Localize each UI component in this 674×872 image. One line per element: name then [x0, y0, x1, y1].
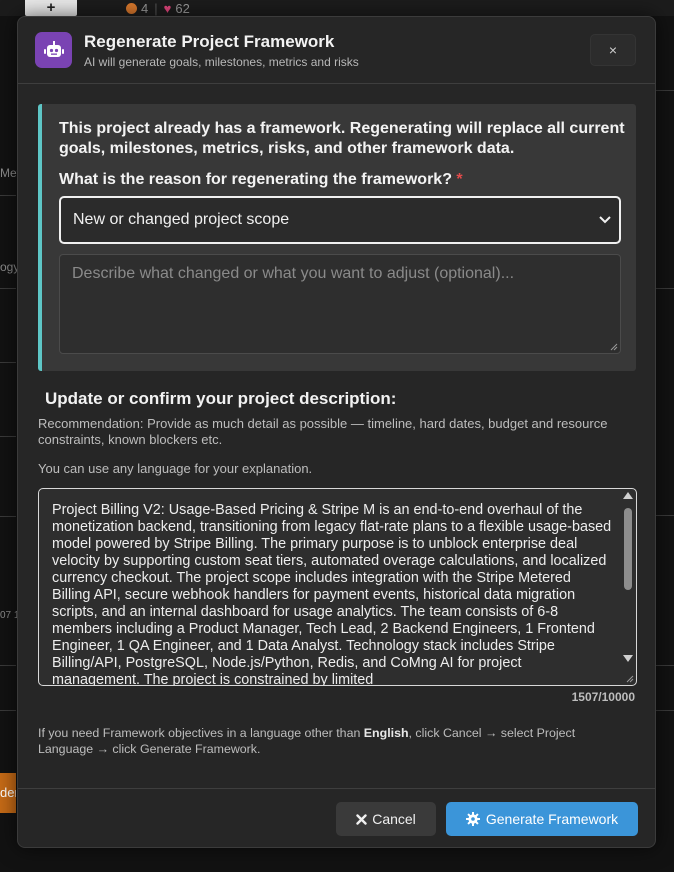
modal-subtitle: AI will generate goals, milestones, metr…	[84, 55, 359, 69]
required-mark: *	[456, 171, 463, 188]
reason-select-value: New or changed project scope	[73, 211, 290, 228]
generate-framework-button[interactable]: Generate Framework	[446, 802, 638, 836]
background-divider	[0, 665, 16, 666]
scroll-down-arrow-icon[interactable]	[623, 655, 633, 662]
chevron-down-icon	[599, 198, 613, 242]
reason-label-text: What is the reason for regenerating the …	[59, 171, 452, 188]
robot-glyph	[43, 41, 64, 57]
resize-handle-icon[interactable]	[626, 675, 634, 683]
description-recommendation: Recommendation: Provide as much detail a…	[38, 416, 608, 447]
modal-title: Regenerate Project Framework	[84, 32, 335, 51]
fire-icon	[126, 2, 137, 14]
background-topbar	[0, 0, 674, 16]
character-counter: 1507/10000	[571, 690, 635, 704]
background-divider	[656, 665, 674, 666]
project-description-textarea[interactable]: Project Billing V2: Usage-Based Pricing …	[38, 488, 637, 686]
language-note: You can use any language for your explan…	[38, 461, 313, 476]
streak-stat: 4	[126, 1, 148, 16]
background-divider	[0, 362, 16, 363]
cancel-label: Cancel	[372, 811, 416, 827]
reason-details-textarea[interactable]: Describe what changed or what you want t…	[59, 254, 621, 354]
project-description-text: Project Billing V2: Usage-Based Pricing …	[52, 502, 612, 686]
background-divider	[656, 515, 674, 516]
reason-label: What is the reason for regenerating the …	[59, 171, 463, 189]
stats-divider: |	[154, 0, 158, 16]
language-footnote: If you need Framework objectives in a la…	[38, 725, 628, 757]
background-divider	[656, 90, 674, 91]
background-divider	[656, 288, 674, 289]
close-button[interactable]: ×	[590, 34, 636, 66]
background-divider	[656, 710, 674, 711]
background-divider	[0, 516, 16, 517]
robot-icon	[35, 32, 72, 68]
modal-header: Regenerate Project Framework AI will gen…	[18, 17, 655, 84]
description-scrollbar[interactable]	[621, 490, 635, 670]
footnote-prefix: If you need Framework objectives in a la…	[38, 726, 364, 740]
heart-icon: ♥	[163, 0, 172, 16]
background-stats: 4 | ♥ 62	[126, 0, 190, 16]
gear-icon	[465, 812, 480, 826]
description-section-title: Update or confirm your project descripti…	[45, 389, 397, 408]
background-orange-button[interactable]: der	[0, 773, 16, 813]
scrollbar-thumb[interactable]	[624, 508, 632, 590]
background-divider	[0, 195, 16, 196]
resize-handle-icon[interactable]	[610, 343, 618, 351]
background-divider	[0, 288, 16, 289]
background-divider	[0, 710, 16, 711]
regenerate-framework-modal: Regenerate Project Framework AI will gen…	[17, 16, 656, 848]
close-x-icon	[356, 813, 367, 825]
warning-text: This project already has a framework. Re…	[59, 120, 625, 157]
scroll-up-arrow-icon[interactable]	[623, 492, 633, 499]
regenerate-warning-panel: This project already has a framework. Re…	[38, 104, 636, 371]
reason-select[interactable]: New or changed project scope	[59, 196, 621, 244]
footnote-language: English	[363, 726, 409, 740]
background-add-button[interactable]: +	[25, 0, 77, 16]
modal-footer-divider	[18, 788, 655, 789]
reason-details-placeholder: Describe what changed or what you want t…	[72, 265, 515, 282]
likes-stat: ♥ 62	[163, 0, 190, 16]
cancel-button[interactable]: Cancel	[336, 802, 436, 836]
background-divider	[0, 436, 16, 437]
generate-label: Generate Framework	[485, 811, 619, 827]
